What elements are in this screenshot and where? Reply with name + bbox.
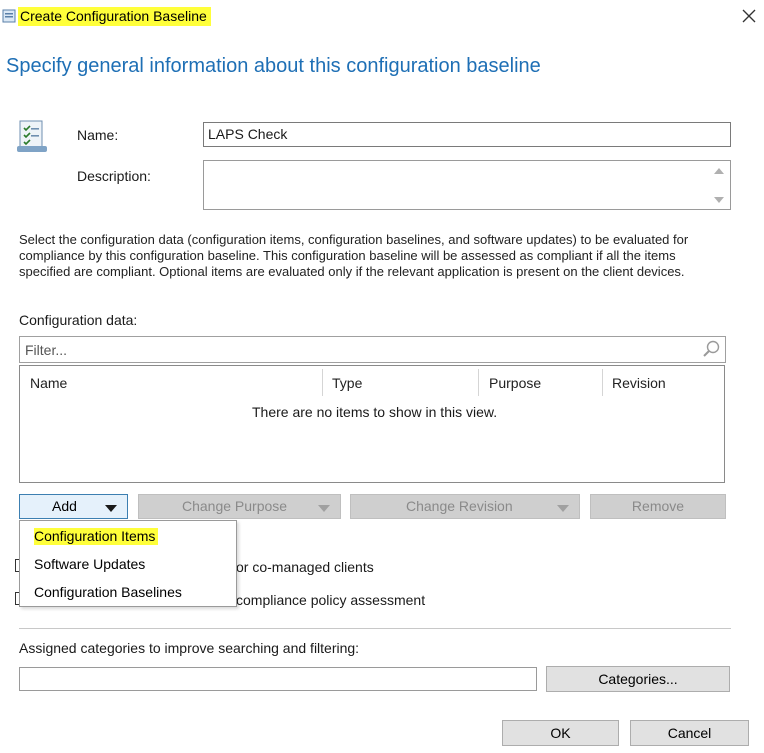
categories-label: Assigned categories to improve searching…	[19, 640, 360, 656]
menu-item-configuration-items-label: Configuration Items	[34, 528, 159, 545]
name-field[interactable]: LAPS Check	[203, 122, 731, 147]
scroll-down-icon[interactable]	[714, 197, 724, 203]
chevron-down-icon	[557, 505, 569, 512]
categories-button[interactable]: Categories...	[546, 666, 730, 692]
menu-item-configuration-baselines[interactable]: Configuration Baselines	[34, 584, 182, 600]
description-field[interactable]	[203, 160, 731, 210]
change-revision-label: Change Revision	[406, 498, 513, 514]
info-line-2: compliance by this configuration baselin…	[19, 248, 676, 263]
chevron-down-icon	[105, 505, 117, 512]
change-purpose-label: Change Purpose	[182, 498, 288, 514]
config-data-label: Configuration data:	[19, 312, 138, 328]
ok-button[interactable]: OK	[502, 720, 619, 746]
menu-item-software-updates-label: Software Updates	[34, 556, 146, 572]
description-label: Description:	[77, 168, 151, 184]
menu-item-software-updates[interactable]: Software Updates	[34, 556, 145, 572]
info-text: Select the configuration data (configura…	[19, 232, 688, 280]
remove-button[interactable]: Remove	[590, 494, 726, 519]
column-header-purpose[interactable]: Purpose	[489, 375, 541, 391]
cancel-button[interactable]: Cancel	[630, 720, 749, 746]
page-heading: Specify general information about this c…	[6, 55, 541, 77]
info-line-3: specified are compliant. Optional items …	[19, 264, 685, 279]
search-icon[interactable]	[701, 339, 721, 359]
column-header-revision[interactable]: Revision	[612, 375, 666, 391]
baseline-checklist-icon	[16, 118, 50, 154]
column-header-type[interactable]: Type	[332, 375, 362, 391]
add-dropdown-menu: Configuration Items Software Updates Con…	[19, 520, 237, 607]
filter-input[interactable]: Filter...	[19, 336, 726, 363]
column-header-name[interactable]: Name	[30, 375, 67, 391]
add-button[interactable]: Add	[19, 494, 128, 519]
menu-item-configuration-baselines-label: Configuration Baselines	[34, 584, 182, 600]
column-separator	[478, 369, 479, 396]
add-button-label: Add	[52, 498, 77, 514]
window-icon	[2, 9, 16, 23]
name-label: Name:	[77, 127, 119, 143]
filter-placeholder: Filter...	[25, 342, 68, 358]
column-separator	[322, 369, 323, 396]
empty-list-message: There are no items to show in this view.	[252, 404, 498, 420]
menu-item-configuration-items[interactable]: Configuration Items	[34, 528, 159, 545]
chevron-down-icon	[318, 505, 330, 512]
info-line-1: Select the configuration data (configura…	[19, 232, 689, 247]
close-icon[interactable]	[739, 6, 759, 26]
section-divider	[19, 628, 731, 629]
window-title: Create Configuration Baseline	[18, 7, 211, 26]
co-managed-checkbox-label: or co-managed clients	[236, 559, 374, 575]
name-value: LAPS Check	[208, 126, 288, 142]
column-separator	[602, 369, 603, 396]
categories-field	[19, 667, 537, 691]
change-purpose-button[interactable]: Change Purpose	[138, 494, 341, 519]
change-revision-button[interactable]: Change Revision	[350, 494, 580, 519]
scroll-up-icon[interactable]	[714, 168, 724, 174]
compliance-policy-checkbox-label: compliance policy assessment	[236, 592, 426, 608]
